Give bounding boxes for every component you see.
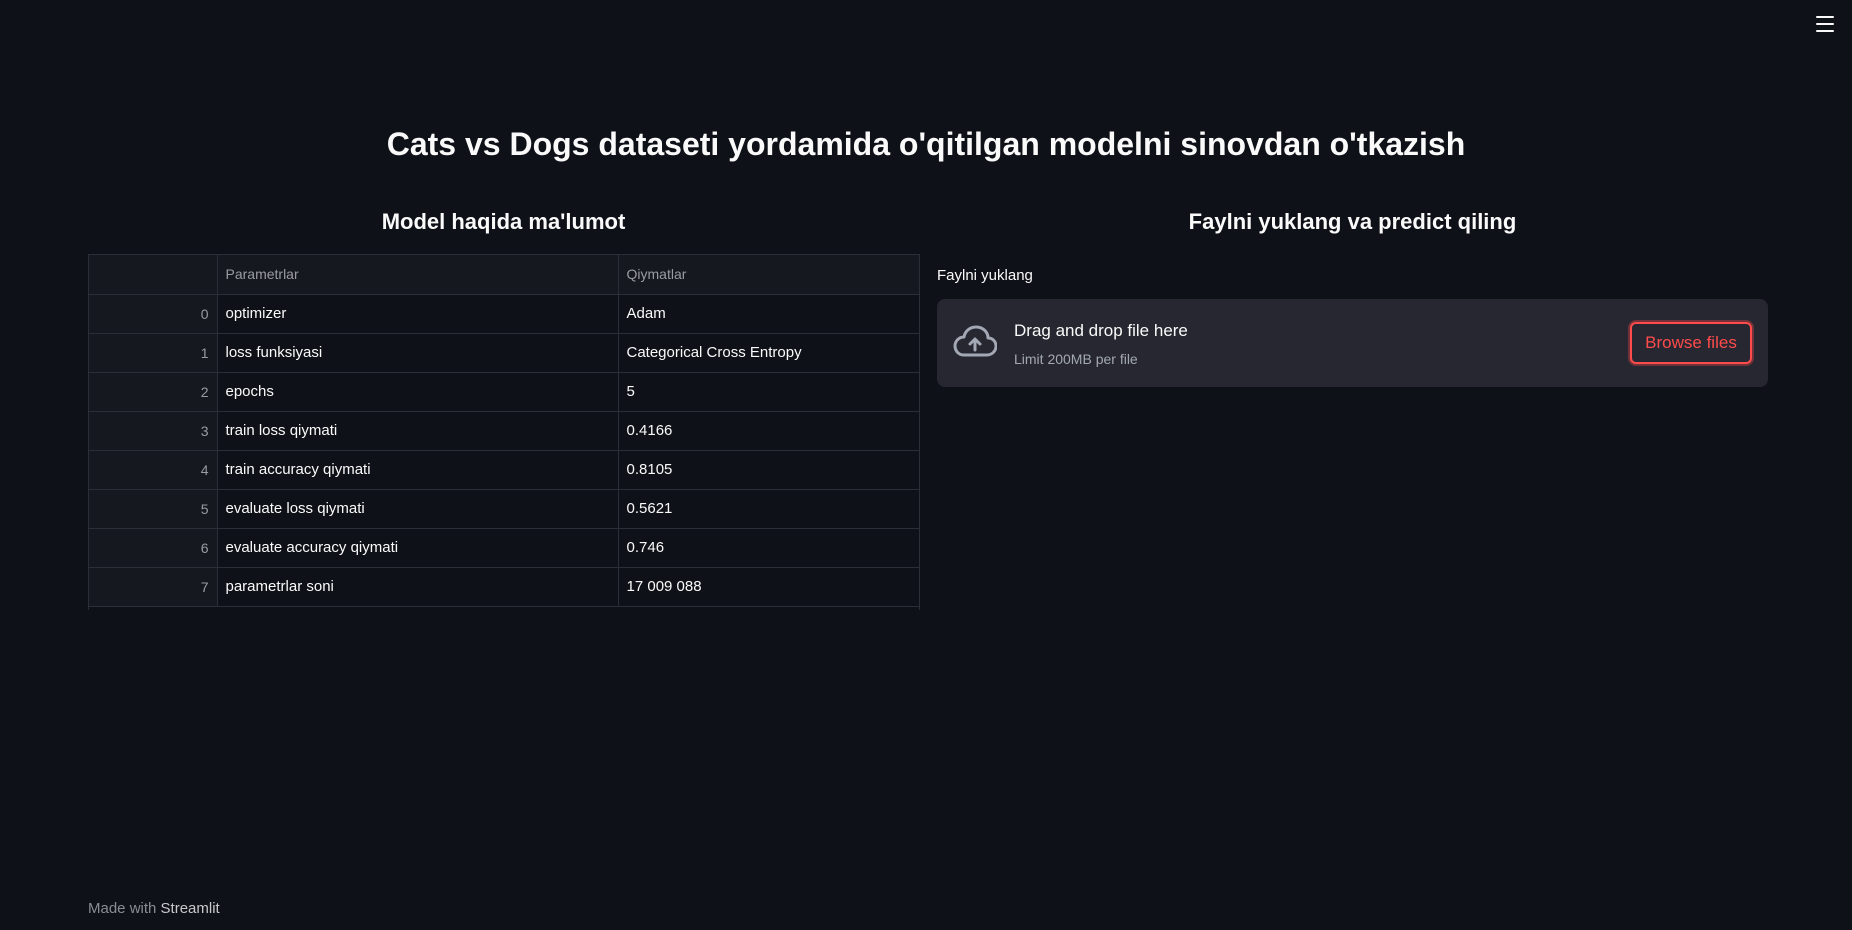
row-index-cell[interactable]: 4 xyxy=(89,450,218,490)
file-uploader-label: Faylni yuklang xyxy=(937,267,1033,284)
streamlit-link[interactable]: Streamlit xyxy=(161,900,220,917)
param-value-cell[interactable]: 5 xyxy=(618,372,919,412)
row-index-cell[interactable]: 3 xyxy=(89,411,218,451)
table-row: 0 optimizer Adam xyxy=(89,294,919,334)
param-name-cell[interactable]: epochs xyxy=(217,372,619,412)
cloud-upload-icon xyxy=(953,325,997,357)
row-index-cell[interactable]: 2 xyxy=(89,372,218,412)
row-index-cell[interactable]: 1 xyxy=(89,333,218,373)
menu-line xyxy=(1816,30,1834,32)
dropzone-limit: Limit 200MB per file xyxy=(1014,351,1138,367)
param-value-cell[interactable]: 17 009 088 xyxy=(618,567,919,607)
upload-column: Faylni yuklang va predict qiling Faylni … xyxy=(937,206,1768,387)
table-row: 7 parametrlar soni 17 009 088 xyxy=(89,567,919,607)
hamburger-menu-icon[interactable] xyxy=(1816,16,1834,32)
param-name-cell[interactable]: train accuracy qiymati xyxy=(217,450,619,490)
param-value-cell[interactable]: 0.8105 xyxy=(618,450,919,490)
footer-prefix: Made with xyxy=(88,900,157,917)
param-name-cell[interactable]: train loss qiymati xyxy=(217,411,619,451)
table-header-row: Parametrlar Qiymatlar xyxy=(89,255,919,295)
param-name-cell[interactable]: evaluate accuracy qiymati xyxy=(217,528,619,568)
params-table: Parametrlar Qiymatlar 0 optimizer Adam 1 los… xyxy=(89,255,919,607)
page-title: Cats vs Dogs dataseti yordamida o'qitilg… xyxy=(386,126,1466,162)
table-row: 6 evaluate accuracy qiymati 0.746 xyxy=(89,528,919,568)
table-row: 1 loss funksiyasi Categorical Cross Entrop… xyxy=(89,333,919,373)
parametrlar-column-header[interactable]: Parametrlar xyxy=(217,255,619,295)
index-column-header[interactable] xyxy=(89,255,218,295)
param-name-cell[interactable]: evaluate loss qiymati xyxy=(217,489,619,529)
param-name-cell[interactable]: optimizer xyxy=(217,294,619,334)
param-value-cell[interactable]: 0.4166 xyxy=(618,411,919,451)
menu-line xyxy=(1816,23,1834,25)
table-body: 0 optimizer Adam 1 loss funksiyasi Categorica… xyxy=(89,294,919,607)
row-index-cell[interactable]: 7 xyxy=(89,567,218,607)
browse-files-button[interactable]: Browse files xyxy=(1630,322,1752,364)
model-params-table[interactable]: Parametrlar Qiymatlar 0 optimizer Adam 1 los… xyxy=(88,254,920,610)
menu-line xyxy=(1816,16,1834,18)
param-value-cell[interactable]: Adam xyxy=(618,294,919,334)
upload-heading: Faylni yuklang va predict qiling xyxy=(1188,209,1517,234)
table-row: 3 train loss qiymati 0.4166 xyxy=(89,411,919,451)
model-info-heading: Model haqida ma'lumot xyxy=(381,209,626,234)
streamlit-app: Cats vs Dogs dataseti yordamida o'qitilg… xyxy=(0,0,1852,930)
qiymatlar-column-header[interactable]: Qiymatlar xyxy=(618,255,919,295)
row-index-cell[interactable]: 5 xyxy=(89,489,218,529)
row-index-cell[interactable]: 0 xyxy=(89,294,218,334)
param-value-cell[interactable]: Categorical Cross Entropy xyxy=(618,333,919,373)
row-index-cell[interactable]: 6 xyxy=(89,528,218,568)
footer: Made with Streamlit xyxy=(88,900,220,917)
model-info-column: Model haqida ma'lumot Parametrlar Qiymat… xyxy=(88,206,920,610)
param-value-cell[interactable]: 0.746 xyxy=(618,528,919,568)
table-row: 2 epochs 5 xyxy=(89,372,919,412)
param-value-cell[interactable]: 0.5621 xyxy=(618,489,919,529)
param-name-cell[interactable]: loss funksiyasi xyxy=(217,333,619,373)
param-name-cell[interactable]: parametrlar soni xyxy=(217,567,619,607)
table-row: 4 train accuracy qiymati 0.8105 xyxy=(89,450,919,490)
file-dropzone[interactable]: Drag and drop file here Limit 200MB per … xyxy=(937,299,1768,387)
table-row: 5 evaluate loss qiymati 0.5621 xyxy=(89,489,919,529)
dropzone-title: Drag and drop file here xyxy=(1014,321,1188,340)
